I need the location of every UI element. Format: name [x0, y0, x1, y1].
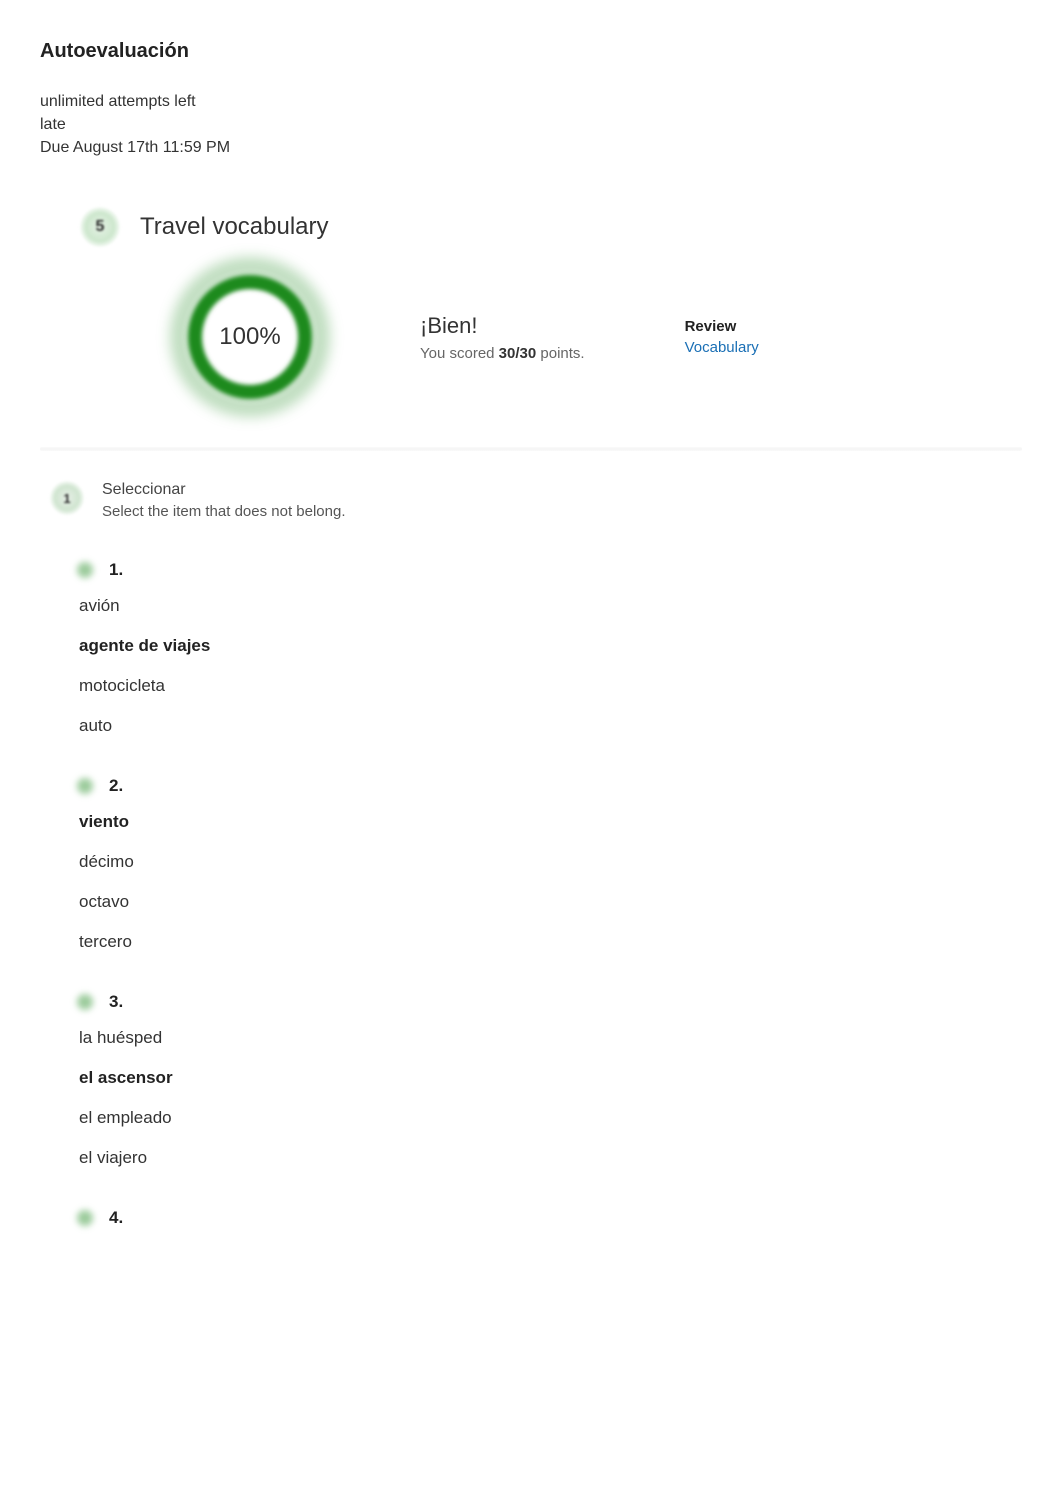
quiz-item: 3. la huésped el ascensor el empleado el via… [75, 992, 1022, 1168]
option-item[interactable]: el viajero [79, 1148, 1022, 1168]
item-bullet-icon [75, 1208, 95, 1228]
section-header: 5 Travel vocabulary [80, 207, 1022, 247]
review-block: Review Vocabulary [685, 318, 759, 356]
score-suffix: points. [536, 345, 584, 362]
item-number: 4. [109, 1208, 123, 1228]
review-label: Review [685, 318, 759, 335]
result-score-text: You scored 30/30 points. [420, 345, 585, 362]
question-title: Seleccionar [102, 481, 346, 499]
score-percent: 100% [219, 323, 280, 351]
option-item[interactable]: el empleado [79, 1108, 1022, 1128]
section-divider [40, 447, 1022, 451]
result-heading: ¡Bien! [420, 313, 585, 339]
option-item[interactable]: avión [79, 596, 1022, 616]
question-instructions: Select the item that does not belong. [102, 503, 346, 520]
item-bullet-icon [75, 992, 95, 1012]
option-item[interactable]: octavo [79, 892, 1022, 912]
result-block: ¡Bien! You scored 30/30 points. [420, 313, 585, 362]
item-number: 2. [109, 776, 123, 796]
option-item[interactable]: agente de viajes [79, 636, 1022, 656]
section-title: Travel vocabulary [140, 213, 329, 241]
option-item[interactable]: tercero [79, 932, 1022, 952]
summary-row: 100% ¡Bien! You scored 30/30 points. Rev… [180, 267, 1022, 407]
items-container: 1. avión agente de viajes motocicleta auto 2.… [40, 560, 1022, 1228]
item-number: 1. [109, 560, 123, 580]
status-text: late [40, 116, 1022, 134]
quiz-item: 2. viento décimo octavo tercero [75, 776, 1022, 952]
option-item[interactable]: auto [79, 716, 1022, 736]
due-date-text: Due August 17th 11:59 PM [40, 139, 1022, 157]
option-item[interactable]: la huésped [79, 1028, 1022, 1048]
item-bullet-icon [75, 560, 95, 580]
score-prefix: You scored [420, 345, 499, 362]
section-number: 5 [96, 218, 105, 236]
item-header: 1. [75, 560, 1022, 580]
question-header: 1 Seleccionar Select the item that does … [50, 481, 1022, 520]
item-header: 4. [75, 1208, 1022, 1228]
option-item[interactable]: el ascensor [79, 1068, 1022, 1088]
score-value: 30/30 [499, 345, 537, 362]
quiz-item: 1. avión agente de viajes motocicleta auto [75, 560, 1022, 736]
option-item[interactable]: motocicleta [79, 676, 1022, 696]
question-number-badge: 1 [50, 481, 84, 515]
option-item[interactable]: viento [79, 812, 1022, 832]
item-number: 3. [109, 992, 123, 1012]
quiz-item: 4. [75, 1208, 1022, 1228]
item-header: 2. [75, 776, 1022, 796]
score-circle: 100% [180, 267, 320, 407]
page-title: Autoevaluación [40, 40, 1022, 63]
attempts-text: unlimited attempts left [40, 93, 1022, 111]
item-bullet-icon [75, 776, 95, 796]
item-header: 3. [75, 992, 1022, 1012]
question-number: 1 [63, 491, 70, 506]
option-item[interactable]: décimo [79, 852, 1022, 872]
section-number-badge: 5 [80, 207, 120, 247]
review-vocabulary-link[interactable]: Vocabulary [685, 339, 759, 356]
